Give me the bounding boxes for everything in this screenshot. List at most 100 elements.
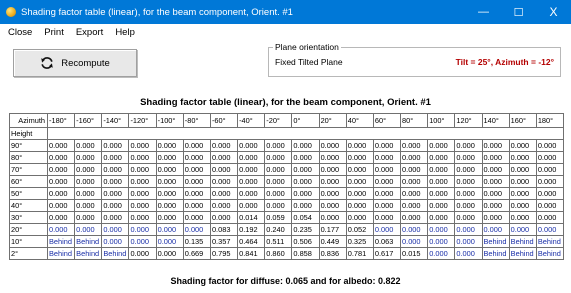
plane-orientation-group: Plane orientation Fixed Tilted Plane Til… [268, 42, 561, 77]
shading-value-cell: 0.000 [454, 175, 483, 188]
shading-value-cell: 0.000 [237, 163, 266, 176]
shading-value-cell: 0.000 [481, 223, 510, 236]
shading-value-cell: 0.000 [264, 175, 293, 188]
height-cell: 40° [9, 199, 48, 212]
shading-value-cell: 0.000 [372, 199, 402, 212]
shading-value-cell: 0.000 [128, 151, 157, 164]
shading-value-cell: 0.000 [454, 163, 483, 176]
shading-value-cell: 0.000 [318, 175, 347, 188]
table-row: 80° 0.000 0.000 0.000 0.000 0.000 0.000 0.000 0.… [9, 151, 565, 164]
shading-value-cell: Behind [101, 247, 130, 260]
window-title: Shading factor table (linear), for the b… [21, 6, 293, 18]
shading-value-cell: 0.000 [427, 223, 456, 236]
maximize-button[interactable]: ☐ [501, 0, 536, 24]
shading-value-cell: 0.000 [291, 175, 320, 188]
shading-value-cell: 0.000 [182, 139, 211, 152]
shading-value-cell: 0.000 [535, 151, 565, 164]
shading-value-cell: Behind [535, 235, 565, 248]
shading-value-cell: 0.000 [74, 187, 103, 200]
shading-value-cell: 0.000 [264, 163, 293, 176]
minimize-button[interactable]: — [466, 0, 501, 24]
shading-value-cell: 0.000 [481, 163, 510, 176]
shading-value-cell: 0.000 [101, 151, 130, 164]
menu-help[interactable]: Help [109, 27, 141, 38]
shading-value-cell: 0.000 [101, 187, 130, 200]
shading-value-cell: 0.000 [508, 199, 537, 212]
table-row: 20° 0.000 0.000 0.000 0.000 0.000 0.000 0.083 0.… [9, 223, 565, 236]
shading-value-cell: 0.000 [318, 151, 347, 164]
shading-value-cell: 0.000 [74, 211, 103, 224]
shading-value-cell: 0.841 [237, 247, 266, 260]
shading-value-cell: 0.000 [74, 199, 103, 212]
shading-value-cell: 0.000 [209, 139, 239, 152]
shading-value-cell: 0.000 [427, 247, 456, 260]
shading-value-cell: 0.000 [508, 139, 537, 152]
table-row: 50° 0.000 0.000 0.000 0.000 0.000 0.000 0.000 0.… [9, 187, 565, 200]
height-cell: 80° [9, 151, 48, 164]
shading-value-cell: 0.000 [155, 199, 184, 212]
azimuth-header-cell: -160° [74, 113, 103, 128]
shading-value-cell: 0.000 [345, 175, 374, 188]
shading-value-cell: 0.000 [128, 187, 157, 200]
azimuth-header-cell: -60° [209, 113, 239, 128]
close-window-button[interactable]: X [536, 0, 571, 24]
height-cell: 70° [9, 163, 48, 176]
shading-value-cell: 0.000 [264, 139, 293, 152]
shading-value-cell: 0.000 [101, 139, 130, 152]
shading-value-cell: 0.000 [400, 211, 429, 224]
shading-value-cell: 0.063 [372, 235, 402, 248]
shading-value-cell: 0.000 [318, 187, 347, 200]
shading-value-cell: 0.000 [237, 151, 266, 164]
table-row: 60° 0.000 0.000 0.000 0.000 0.000 0.000 0.000 0.… [9, 175, 565, 188]
shading-value-cell: 0.000 [454, 223, 483, 236]
shading-value-cell: 0.000 [128, 199, 157, 212]
shading-value-cell: 0.781 [345, 247, 374, 260]
shading-value-cell: 0.000 [155, 211, 184, 224]
height-cell: 2° [9, 247, 48, 260]
shading-value-cell: 0.000 [46, 175, 76, 188]
shading-value-cell: 0.000 [128, 211, 157, 224]
menu-print[interactable]: Print [38, 27, 70, 38]
shading-value-cell: 0.000 [182, 211, 211, 224]
recompute-button[interactable]: Recompute [13, 49, 137, 77]
shading-value-cell: 0.000 [481, 211, 510, 224]
height-label: Height [9, 127, 48, 140]
shading-value-cell: 0.000 [481, 151, 510, 164]
shading-value-cell: 0.000 [427, 235, 456, 248]
shading-value-cell: 0.000 [128, 139, 157, 152]
shading-value-cell: 0.000 [182, 163, 211, 176]
shading-value-cell: 0.240 [264, 223, 293, 236]
shading-value-cell: 0.000 [427, 151, 456, 164]
height-cell: 10° [9, 235, 48, 248]
refresh-icon [41, 57, 53, 69]
shading-value-cell: 0.000 [291, 139, 320, 152]
shading-value-cell: 0.357 [209, 235, 239, 248]
shading-value-cell: 0.014 [237, 211, 266, 224]
shading-value-cell: 0.000 [46, 211, 76, 224]
shading-value-cell: 0.000 [345, 211, 374, 224]
shading-value-cell: 0.000 [454, 235, 483, 248]
height-row-spacer [47, 127, 564, 140]
table-row: 90° 0.000 0.000 0.000 0.000 0.000 0.000 0.000 0.… [9, 139, 565, 152]
shading-value-cell: 0.000 [318, 163, 347, 176]
title-bar: Shading factor table (linear), for the b… [0, 0, 571, 24]
menu-export[interactable]: Export [70, 27, 109, 38]
shading-value-cell: 0.000 [291, 163, 320, 176]
shading-value-cell: 0.000 [128, 223, 157, 236]
azimuth-header-cell: 0° [291, 113, 320, 128]
shading-value-cell: 0.000 [345, 151, 374, 164]
shading-value-cell: 0.000 [209, 199, 239, 212]
shading-value-cell: 0.000 [237, 199, 266, 212]
shading-value-cell: 0.000 [535, 175, 565, 188]
shading-value-cell: 0.000 [155, 187, 184, 200]
shading-value-cell: 0.000 [372, 223, 402, 236]
shading-value-cell: 0.860 [264, 247, 293, 260]
height-cell: 60° [9, 175, 48, 188]
shading-value-cell: 0.000 [237, 175, 266, 188]
shading-value-cell: 0.000 [182, 151, 211, 164]
shading-value-cell: 0.054 [291, 211, 320, 224]
menu-close[interactable]: Close [0, 27, 38, 38]
shading-value-cell: 0.000 [372, 151, 402, 164]
azimuth-header-cell: 120° [454, 113, 483, 128]
shading-value-cell: 0.000 [155, 247, 184, 260]
